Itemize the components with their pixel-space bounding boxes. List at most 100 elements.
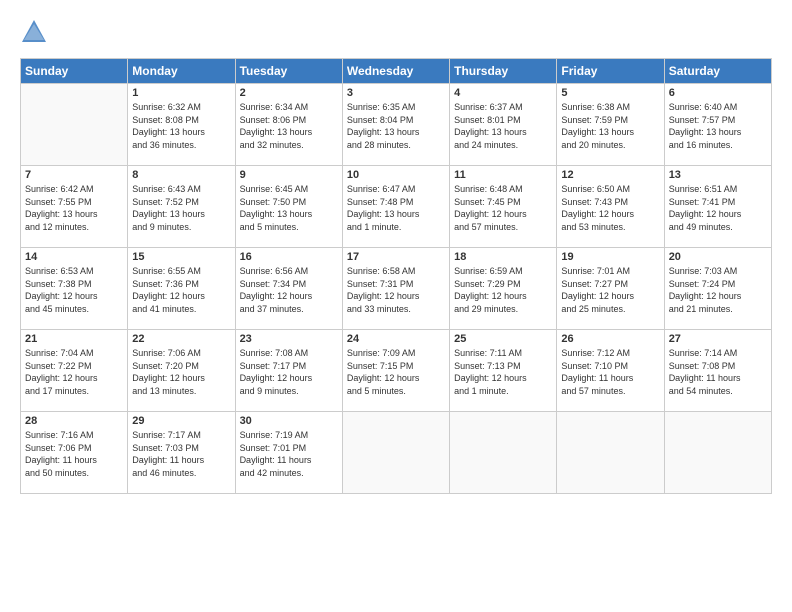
day-cell: 28 Sunrise: 7:16 AM Sunset: 7:06 PM Dayli… [21,412,128,494]
day-cell: 22Sunrise: 7:06 AM Sunset: 7:20 PM Dayli… [128,330,235,412]
weekday-header-friday: Friday [557,59,664,84]
day-number: 16 [240,251,338,263]
week-row-5: 28 Sunrise: 7:16 AM Sunset: 7:06 PM Dayli… [21,412,772,494]
day-info: Sunrise: 7:16 AM Sunset: 7:06 PM Dayligh… [25,429,123,479]
weekday-header-tuesday: Tuesday [235,59,342,84]
day-info: Sunrise: 6:38 AM Sunset: 7:59 PM Dayligh… [561,101,659,151]
day-number: 17 [347,251,445,263]
day-cell: 1Sunrise: 6:32 AM Sunset: 8:08 PM Daylig… [128,84,235,166]
weekday-header-monday: Monday [128,59,235,84]
day-info: Sunrise: 6:56 AM Sunset: 7:34 PM Dayligh… [240,265,338,315]
day-number: 5 [561,87,659,99]
day-number: 11 [454,169,552,181]
day-info: Sunrise: 6:34 AM Sunset: 8:06 PM Dayligh… [240,101,338,151]
day-cell: 11Sunrise: 6:48 AM Sunset: 7:45 PM Dayli… [450,166,557,248]
day-info: Sunrise: 7:11 AM Sunset: 7:13 PM Dayligh… [454,347,552,397]
day-cell: 25 Sunrise: 7:11 AM Sunset: 7:13 PM Dayli… [450,330,557,412]
day-number: 3 [347,87,445,99]
day-info: Sunrise: 6:53 AM Sunset: 7:38 PM Dayligh… [25,265,123,315]
day-cell [342,412,449,494]
day-cell: 13 Sunrise: 6:51 AM Sunset: 7:41 PM Dayli… [664,166,771,248]
day-cell [664,412,771,494]
week-row-3: 14 Sunrise: 6:53 AM Sunset: 7:38 PM Dayli… [21,248,772,330]
day-cell: 18Sunrise: 6:59 AM Sunset: 7:29 PM Dayli… [450,248,557,330]
day-info: Sunrise: 7:12 AM Sunset: 7:10 PM Dayligh… [561,347,659,397]
day-cell: 7 Sunrise: 6:42 AM Sunset: 7:55 PM Daylig… [21,166,128,248]
day-info: Sunrise: 6:58 AM Sunset: 7:31 PM Dayligh… [347,265,445,315]
weekday-header-row: SundayMondayTuesdayWednesdayThursdayFrid… [21,59,772,84]
day-info: Sunrise: 6:43 AM Sunset: 7:52 PM Dayligh… [132,183,230,233]
day-number: 4 [454,87,552,99]
weekday-header-wednesday: Wednesday [342,59,449,84]
day-cell: 17 Sunrise: 6:58 AM Sunset: 7:31 PM Dayli… [342,248,449,330]
day-cell [21,84,128,166]
week-row-2: 7 Sunrise: 6:42 AM Sunset: 7:55 PM Daylig… [21,166,772,248]
day-cell [557,412,664,494]
day-number: 8 [132,169,230,181]
day-number: 29 [132,415,230,427]
day-number: 25 [454,333,552,345]
day-number: 21 [25,333,123,345]
weekday-header-thursday: Thursday [450,59,557,84]
day-number: 18 [454,251,552,263]
day-number: 23 [240,333,338,345]
day-info: Sunrise: 6:40 AM Sunset: 7:57 PM Dayligh… [669,101,767,151]
day-number: 26 [561,333,659,345]
day-info: Sunrise: 7:06 AM Sunset: 7:20 PM Dayligh… [132,347,230,397]
day-cell: 8 Sunrise: 6:43 AM Sunset: 7:52 PM Daylig… [128,166,235,248]
day-info: Sunrise: 6:47 AM Sunset: 7:48 PM Dayligh… [347,183,445,233]
day-cell: 21 Sunrise: 7:04 AM Sunset: 7:22 PM Dayli… [21,330,128,412]
day-number: 12 [561,169,659,181]
day-number: 15 [132,251,230,263]
day-cell: 2 Sunrise: 6:34 AM Sunset: 8:06 PM Daylig… [235,84,342,166]
day-cell: 4 Sunrise: 6:37 AM Sunset: 8:01 PM Daylig… [450,84,557,166]
day-cell: 26 Sunrise: 7:12 AM Sunset: 7:10 PM Dayli… [557,330,664,412]
weekday-header-saturday: Saturday [664,59,771,84]
day-number: 20 [669,251,767,263]
day-info: Sunrise: 7:03 AM Sunset: 7:24 PM Dayligh… [669,265,767,315]
day-number: 19 [561,251,659,263]
day-cell: 20 Sunrise: 7:03 AM Sunset: 7:24 PM Dayli… [664,248,771,330]
day-info: Sunrise: 7:09 AM Sunset: 7:15 PM Dayligh… [347,347,445,397]
day-info: Sunrise: 7:08 AM Sunset: 7:17 PM Dayligh… [240,347,338,397]
day-number: 13 [669,169,767,181]
logo [20,18,52,46]
day-cell: 5 Sunrise: 6:38 AM Sunset: 7:59 PM Daylig… [557,84,664,166]
day-cell: 27 Sunrise: 7:14 AM Sunset: 7:08 PM Dayli… [664,330,771,412]
page-header [20,18,772,46]
day-number: 7 [25,169,123,181]
day-cell: 9 Sunrise: 6:45 AM Sunset: 7:50 PM Daylig… [235,166,342,248]
day-info: Sunrise: 7:17 AM Sunset: 7:03 PM Dayligh… [132,429,230,479]
day-cell: 23 Sunrise: 7:08 AM Sunset: 7:17 PM Dayli… [235,330,342,412]
day-number: 24 [347,333,445,345]
day-cell: 3Sunrise: 6:35 AM Sunset: 8:04 PM Daylig… [342,84,449,166]
day-info: Sunrise: 6:37 AM Sunset: 8:01 PM Dayligh… [454,101,552,151]
day-info: Sunrise: 6:42 AM Sunset: 7:55 PM Dayligh… [25,183,123,233]
day-number: 28 [25,415,123,427]
day-info: Sunrise: 6:45 AM Sunset: 7:50 PM Dayligh… [240,183,338,233]
day-info: Sunrise: 6:50 AM Sunset: 7:43 PM Dayligh… [561,183,659,233]
day-info: Sunrise: 7:04 AM Sunset: 7:22 PM Dayligh… [25,347,123,397]
day-info: Sunrise: 7:14 AM Sunset: 7:08 PM Dayligh… [669,347,767,397]
day-info: Sunrise: 6:51 AM Sunset: 7:41 PM Dayligh… [669,183,767,233]
day-number: 10 [347,169,445,181]
day-cell: 15Sunrise: 6:55 AM Sunset: 7:36 PM Dayli… [128,248,235,330]
day-cell: 16 Sunrise: 6:56 AM Sunset: 7:34 PM Dayli… [235,248,342,330]
day-info: Sunrise: 7:01 AM Sunset: 7:27 PM Dayligh… [561,265,659,315]
day-info: Sunrise: 6:32 AM Sunset: 8:08 PM Dayligh… [132,101,230,151]
day-number: 27 [669,333,767,345]
week-row-4: 21 Sunrise: 7:04 AM Sunset: 7:22 PM Dayli… [21,330,772,412]
week-row-1: 1Sunrise: 6:32 AM Sunset: 8:08 PM Daylig… [21,84,772,166]
day-cell: 6 Sunrise: 6:40 AM Sunset: 7:57 PM Daylig… [664,84,771,166]
calendar-table: SundayMondayTuesdayWednesdayThursdayFrid… [20,58,772,494]
day-cell: 10 Sunrise: 6:47 AM Sunset: 7:48 PM Dayli… [342,166,449,248]
day-cell: 30Sunrise: 7:19 AM Sunset: 7:01 PM Dayli… [235,412,342,494]
day-number: 9 [240,169,338,181]
day-cell: 29 Sunrise: 7:17 AM Sunset: 7:03 PM Dayli… [128,412,235,494]
day-number: 30 [240,415,338,427]
day-number: 6 [669,87,767,99]
logo-icon [20,18,48,46]
day-cell [450,412,557,494]
day-number: 2 [240,87,338,99]
day-number: 14 [25,251,123,263]
